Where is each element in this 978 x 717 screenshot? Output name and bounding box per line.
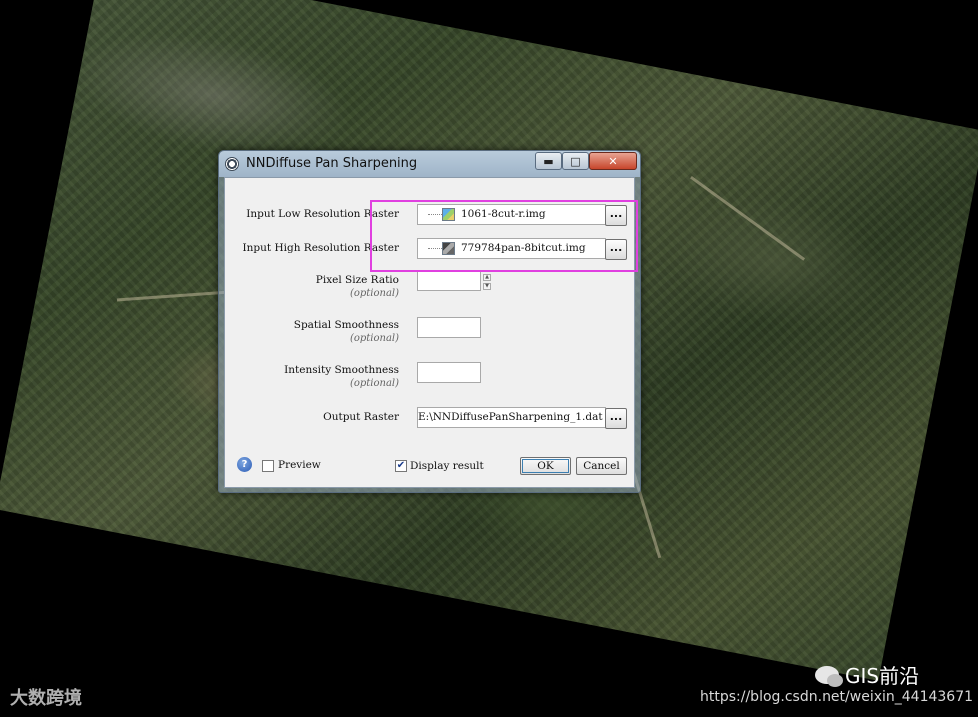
low-res-label: Input Low Resolution Raster [246, 208, 399, 220]
high-res-browse-button[interactable]: ... [605, 239, 627, 260]
dialog-title: NNDiffuse Pan Sharpening [246, 156, 418, 171]
preview-checkbox[interactable] [262, 460, 274, 472]
spatial-smoothness-input[interactable] [417, 317, 481, 338]
preview-label: Preview [278, 459, 321, 471]
tree-connector [428, 248, 442, 249]
minimize-button[interactable]: ▬ [535, 152, 562, 170]
output-raster-input[interactable]: E:\NNDiffusePanSharpening_1.dat [417, 407, 606, 428]
grayscale-raster-icon [442, 242, 455, 255]
intensity-smoothness-input[interactable] [417, 362, 481, 383]
low-res-field[interactable]: 1061-8cut-r.img [417, 204, 606, 225]
nndiffuse-dialog: NNDiffuse Pan Sharpening ▬ □ ✕ Input Low… [218, 150, 641, 493]
multiband-raster-icon [442, 208, 455, 221]
ok-button[interactable]: OK [520, 457, 571, 475]
high-res-label: Input High Resolution Raster [242, 242, 400, 254]
spatial-smoothness-optional: (optional) [349, 333, 399, 344]
display-result-checkbox[interactable]: ✔ [395, 460, 407, 472]
output-raster-path: E:\NNDiffusePanSharpening_1.dat [418, 411, 603, 423]
low-res-filename: 1061-8cut-r.img [461, 208, 546, 220]
output-raster-label: Output Raster [323, 411, 399, 423]
watermark-left: 大数跨境 [10, 684, 82, 710]
help-icon[interactable]: ? [237, 457, 252, 472]
dialog-body: Input Low Resolution Raster 1061-8cut-r.… [224, 177, 635, 488]
pixel-ratio-input[interactable] [417, 271, 481, 291]
spin-down-icon[interactable]: ▼ [483, 283, 491, 290]
close-button[interactable]: ✕ [589, 152, 637, 170]
maximize-button[interactable]: □ [562, 152, 589, 170]
high-res-field[interactable]: 779784pan-8bitcut.img [417, 238, 606, 259]
watermark-right-text: GIS前沿 [845, 664, 920, 688]
cancel-button[interactable]: Cancel [576, 457, 627, 475]
watermark-right: GIS前沿 [815, 660, 919, 689]
pixel-ratio-label: Pixel Size Ratio [315, 274, 399, 286]
high-res-filename: 779784pan-8bitcut.img [461, 242, 586, 254]
intensity-smoothness-label: Intensity Smoothness [284, 364, 399, 376]
spin-up-icon[interactable]: ▲ [483, 274, 491, 281]
desktop-background: 大数跨境 GIS前沿 https://blog.csdn.net/weixin_… [0, 0, 978, 717]
display-result-label: Display result [410, 460, 484, 472]
watermark-left-text: 大数跨境 [10, 688, 82, 709]
low-res-browse-button[interactable]: ... [605, 205, 627, 226]
wechat-icon [815, 665, 843, 687]
tree-connector [428, 214, 442, 215]
url-watermark: https://blog.csdn.net/weixin_44143671 [700, 689, 974, 705]
intensity-smoothness-optional: (optional) [349, 378, 399, 389]
app-icon [225, 157, 239, 171]
pixel-ratio-optional: (optional) [349, 288, 399, 299]
dialog-titlebar[interactable]: NNDiffuse Pan Sharpening ▬ □ ✕ [219, 151, 640, 177]
spatial-smoothness-label: Spatial Smoothness [293, 319, 399, 331]
output-browse-button[interactable]: ... [605, 408, 627, 429]
